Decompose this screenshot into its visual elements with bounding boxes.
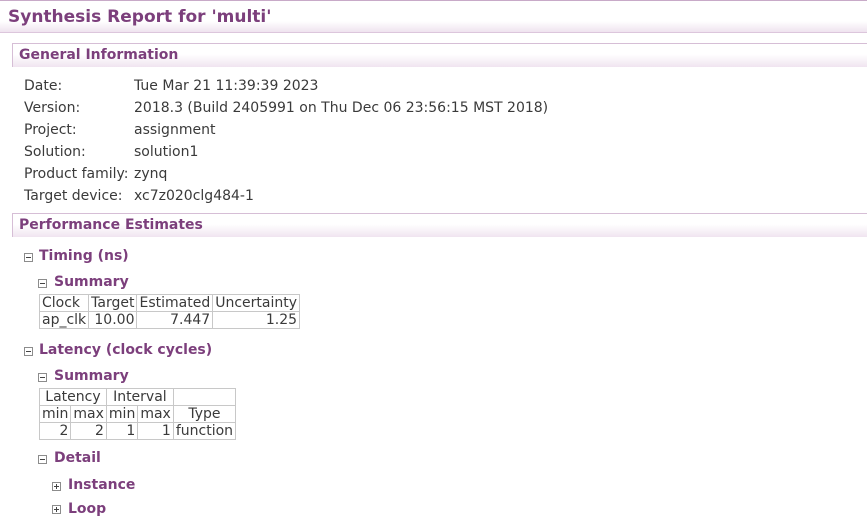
latency-min-cell: 2 — [38, 422, 72, 440]
detail-label[interactable]: Detail — [54, 450, 101, 466]
latency-max-cell: 2 — [70, 422, 107, 440]
target-column-header: Target — [88, 294, 138, 312]
interval-max-cell: 1 — [137, 422, 174, 440]
date-value: Tue Mar 21 11:39:39 2023 — [134, 78, 319, 94]
timing-label[interactable]: Timing (ns) — [39, 248, 129, 264]
target-cell: 10.00 — [88, 311, 138, 329]
report-title-bar: Synthesis Report for 'multi' — [0, 0, 867, 33]
table-row: 2 2 1 1 function — [38, 422, 237, 440]
type-header: Type — [172, 405, 237, 423]
clock-column-header: Clock — [38, 294, 90, 312]
timing-collapse-icon[interactable] — [24, 253, 33, 262]
interval-max-header: max — [137, 405, 174, 423]
latency-label[interactable]: Latency (clock cycles) — [39, 342, 212, 358]
report-title: Synthesis Report for 'multi' — [8, 7, 272, 27]
table-row: ap_clk 10.00 7.447 1.25 — [38, 311, 301, 329]
performance-estimates-header: Performance Estimates — [12, 213, 867, 237]
latency-min-header: min — [38, 405, 72, 423]
latency-summary-collapse-icon[interactable] — [38, 373, 47, 382]
latency-collapse-icon[interactable] — [24, 347, 33, 356]
instance-expand-icon[interactable] — [52, 482, 61, 491]
table-header-row: Clock Target Estimated Uncertainty — [38, 294, 301, 312]
instance-label[interactable]: Instance — [68, 477, 135, 493]
product-family-label: Product family: — [24, 166, 129, 182]
detail-collapse-icon[interactable] — [38, 455, 47, 464]
general-information-header: General Information — [12, 43, 867, 67]
project-value: assignment — [134, 122, 216, 138]
latency-max-header: max — [70, 405, 107, 423]
interval-min-cell: 1 — [105, 422, 139, 440]
version-value: 2018.3 (Build 2405991 on Thu Dec 06 23:5… — [134, 100, 549, 116]
clock-cell: ap_clk — [38, 311, 90, 329]
latency-summary-label[interactable]: Summary — [54, 368, 129, 384]
performance-estimates-title: Performance Estimates — [19, 217, 203, 233]
table-subheader-row: min max min max Type — [38, 405, 237, 423]
target-device-value: xc7z020clg484-1 — [134, 188, 254, 204]
type-cell: function — [172, 422, 237, 440]
general-information-title: General Information — [19, 47, 179, 63]
target-device-label: Target device: — [24, 188, 123, 204]
product-family-value: zynq — [134, 166, 168, 182]
date-label: Date: — [24, 78, 63, 94]
timing-summary-label[interactable]: Summary — [54, 274, 129, 290]
latency-group-header: Latency — [39, 388, 107, 406]
solution-value: solution1 — [134, 144, 199, 160]
version-label: Version: — [24, 100, 81, 116]
latency-summary-table: Latency Interval min max min max Type 2 … — [38, 388, 237, 440]
uncertainty-column-header: Uncertainty — [212, 294, 301, 312]
solution-label: Solution: — [24, 144, 86, 160]
interval-group-header: Interval — [105, 388, 174, 406]
estimated-column-header: Estimated — [136, 294, 214, 312]
loop-label[interactable]: Loop — [68, 501, 106, 517]
interval-min-header: min — [105, 405, 139, 423]
uncertainty-cell: 1.25 — [212, 311, 301, 329]
project-label: Project: — [24, 122, 77, 138]
loop-expand-icon[interactable] — [52, 505, 61, 514]
table-header-row: Latency Interval — [39, 388, 237, 406]
timing-summary-collapse-icon[interactable] — [38, 279, 47, 288]
timing-summary-table: Clock Target Estimated Uncertainty ap_cl… — [38, 294, 301, 329]
empty-header-cell — [172, 388, 237, 406]
estimated-cell: 7.447 — [136, 311, 214, 329]
